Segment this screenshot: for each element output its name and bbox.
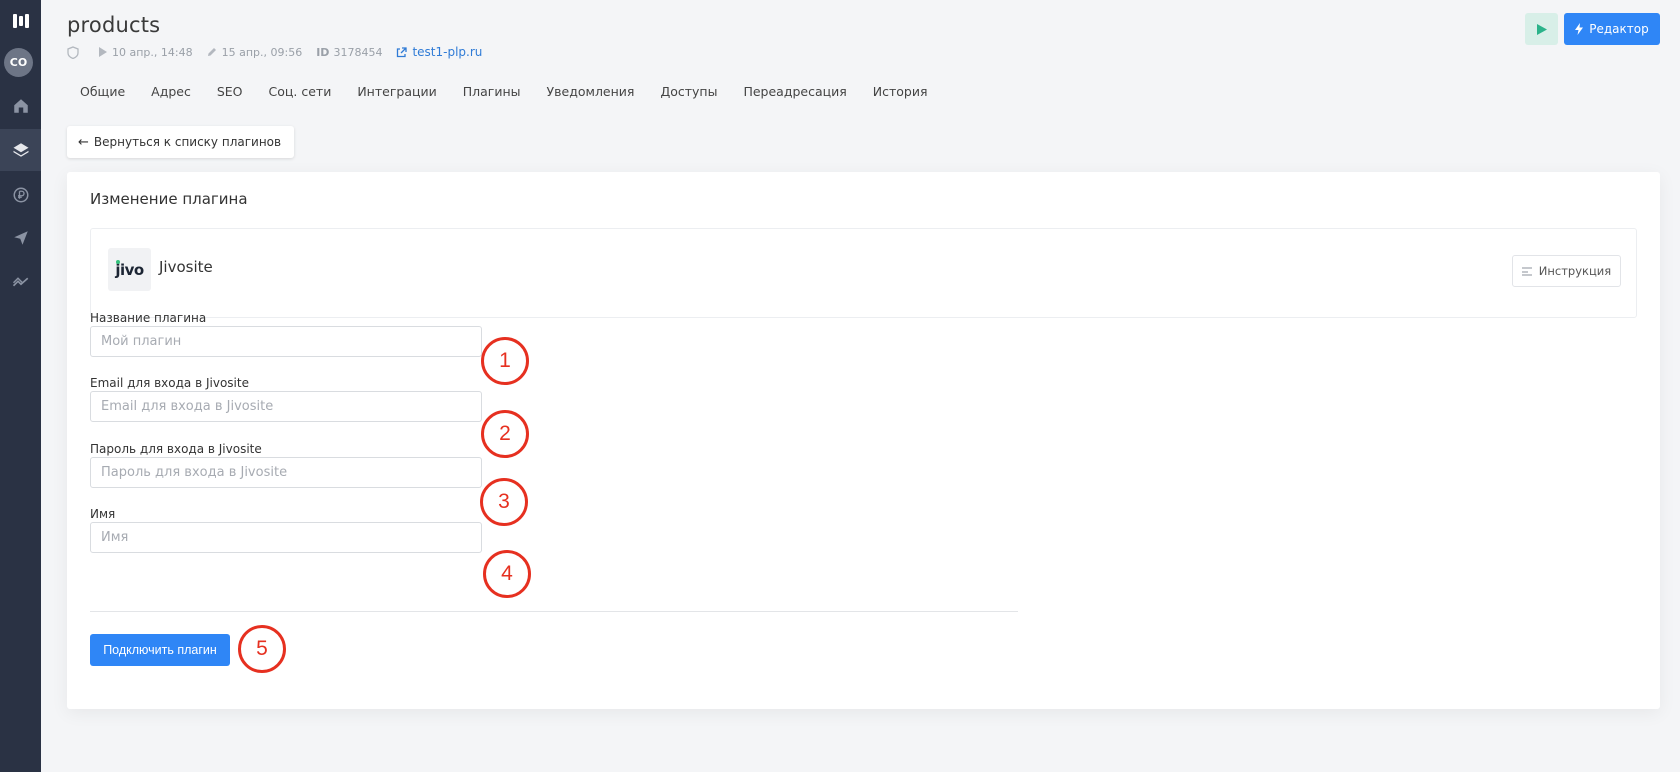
plugin-name-label: Название плагина xyxy=(90,311,207,325)
tab-redirects[interactable]: Переадресация xyxy=(730,81,859,103)
external-link-icon xyxy=(397,46,408,57)
tab-general[interactable]: Общие xyxy=(67,81,138,103)
back-to-plugins-button[interactable]: ← Вернуться к списку плагинов xyxy=(67,126,295,158)
email-label: Email для входа в Jivosite xyxy=(90,376,249,390)
plugin-name: Jivosite xyxy=(159,258,213,276)
instruction-button[interactable]: Инструкция xyxy=(1512,255,1621,287)
site-link[interactable]: test1-plp.ru xyxy=(396,45,482,59)
annotation-marker-4: 4 xyxy=(483,550,531,598)
tab-integrations[interactable]: Интеграции xyxy=(344,81,449,103)
app-logo[interactable] xyxy=(0,0,41,41)
arrow-left-icon: ← xyxy=(78,134,89,150)
ruble-icon xyxy=(13,187,28,203)
annotation-marker-5: 5 xyxy=(238,625,286,673)
tab-plugins[interactable]: Плагины xyxy=(450,81,534,103)
name-label: Имя xyxy=(90,507,116,521)
editor-button[interactable]: Редактор xyxy=(1564,13,1660,45)
send-icon xyxy=(13,231,28,245)
home-icon xyxy=(13,99,28,113)
form-divider xyxy=(90,611,1018,612)
preview-button[interactable] xyxy=(1525,13,1558,45)
sidebar: CO xyxy=(0,0,41,772)
password-input[interactable] xyxy=(90,457,482,488)
annotation-marker-1: 1 xyxy=(481,337,529,385)
tab-access[interactable]: Доступы xyxy=(647,81,730,103)
document-icon xyxy=(1521,266,1532,276)
connect-plugin-button[interactable]: Подключить плагин xyxy=(90,634,230,666)
plugin-info: jivo Jivosite Инструкция xyxy=(90,228,1637,318)
lightning-icon xyxy=(1575,23,1584,35)
plugin-name-input[interactable] xyxy=(90,326,482,357)
page-id: ID 3178454 xyxy=(316,45,383,59)
annotation-marker-3: 3 xyxy=(480,478,528,526)
plugin-edit-card: Изменение плагина jivo Jivosite Инструкц… xyxy=(67,172,1660,709)
edited-date: 15 апр., 09:56 xyxy=(207,46,302,59)
tab-seo[interactable]: SEO xyxy=(204,81,256,103)
published-date: 10 апр., 14:48 xyxy=(98,46,193,59)
card-title: Изменение плагина xyxy=(90,190,248,208)
settings-tabs: Общие Адрес SEO Соц. сети Интеграции Пла… xyxy=(67,81,941,103)
sidebar-item-mailing[interactable] xyxy=(0,217,41,259)
page-meta: 10 апр., 14:48 15 апр., 09:56 ID 3178454… xyxy=(67,45,496,59)
avatar[interactable]: CO xyxy=(4,48,33,77)
tab-history[interactable]: История xyxy=(860,81,941,103)
pencil-icon xyxy=(207,48,216,56)
jivo-logo: jivo xyxy=(108,248,151,291)
trending-icon xyxy=(12,277,28,287)
shield-icon xyxy=(67,45,84,59)
sidebar-item-payments[interactable] xyxy=(0,174,41,216)
page-title: products xyxy=(67,13,161,37)
tab-address[interactable]: Адрес xyxy=(138,81,204,103)
tab-notifications[interactable]: Уведомления xyxy=(534,81,648,103)
sidebar-item-pages[interactable] xyxy=(0,129,41,171)
email-input[interactable] xyxy=(90,391,482,422)
name-input[interactable] xyxy=(90,522,482,553)
sidebar-item-home[interactable] xyxy=(0,85,41,127)
play-small-icon xyxy=(99,47,107,57)
tab-social[interactable]: Соц. сети xyxy=(256,81,345,103)
layers-icon xyxy=(13,143,28,157)
annotation-marker-2: 2 xyxy=(481,410,529,458)
sidebar-item-analytics[interactable] xyxy=(0,261,41,303)
password-label: Пароль для входа в Jivosite xyxy=(90,442,262,456)
play-icon xyxy=(1536,23,1547,35)
